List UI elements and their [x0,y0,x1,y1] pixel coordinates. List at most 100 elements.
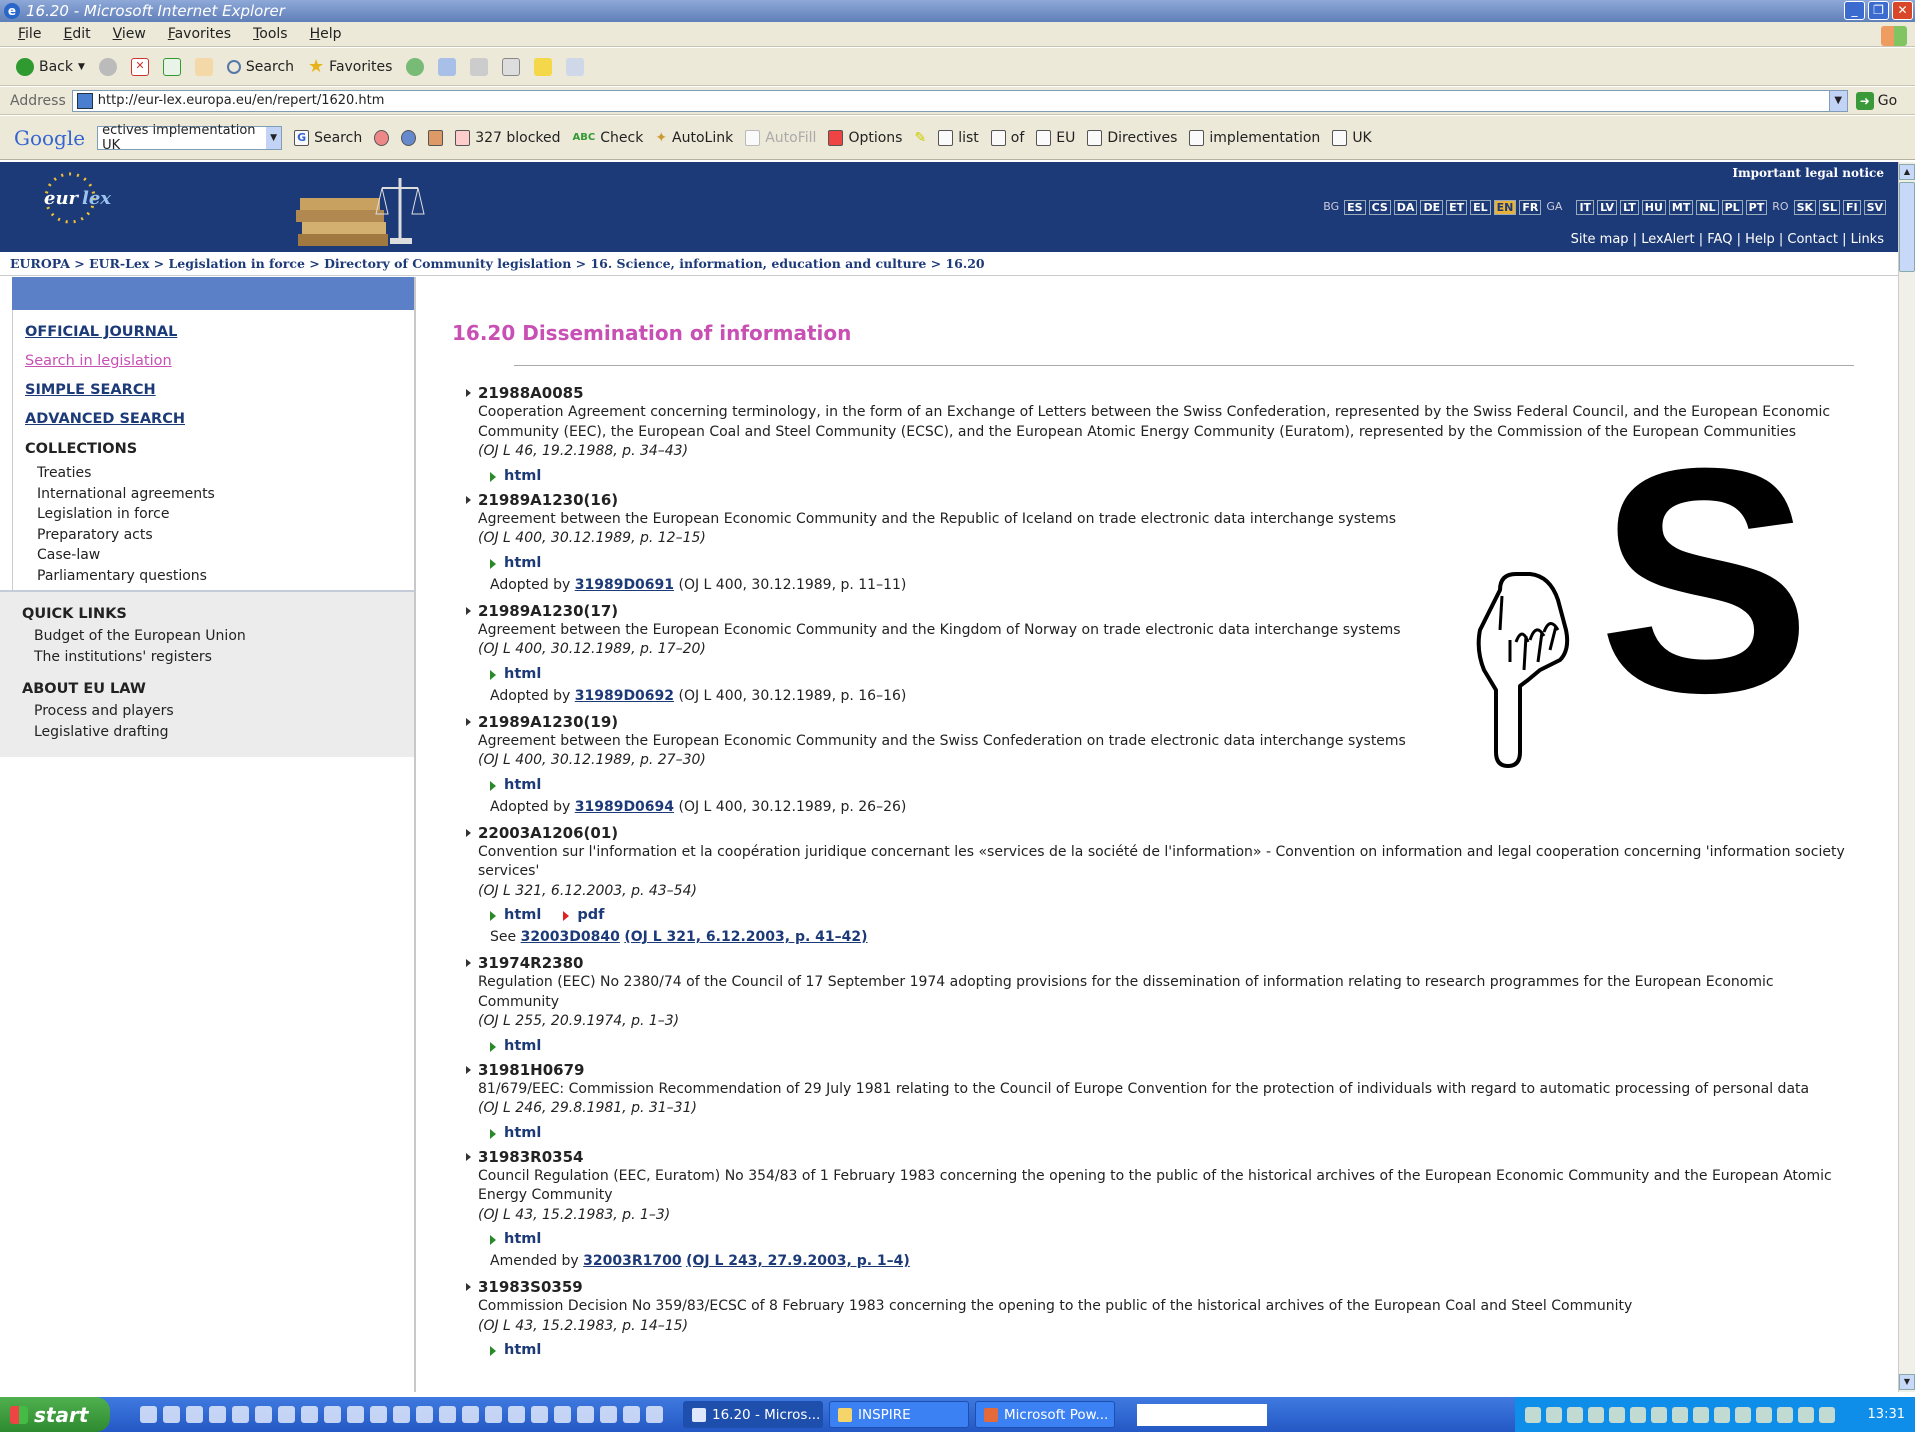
forward-button[interactable] [98,57,117,76]
tray-icon[interactable] [1567,1406,1583,1423]
quick-launch-icon[interactable] [508,1406,525,1423]
go-button[interactable]: ➜ Go [1855,91,1897,110]
lang-de[interactable]: DE [1420,200,1444,215]
tray-icon[interactable] [1819,1406,1835,1423]
collection-legislation-in-force[interactable]: Legislation in force [25,504,414,525]
quick-launch-icon[interactable] [462,1406,479,1423]
html-link[interactable]: html [490,777,541,793]
close-button[interactable]: ✕ [1892,1,1913,20]
favorites-button[interactable]: ★ Favorites [308,56,392,77]
task-powerpoint[interactable]: Microsoft Pow... [975,1401,1115,1428]
lang-sv[interactable]: SV [1863,200,1886,215]
scroll-thumb[interactable] [1899,182,1915,272]
note-link[interactable]: 31989D0691 [575,577,674,593]
note-link[interactable]: 31989D0694 [575,799,674,815]
popup-blocked-button[interactable]: 327 blocked [455,129,561,146]
menu-edit[interactable]: Edit [63,26,90,42]
advanced-search-link[interactable]: ADVANCED SEARCH [25,411,414,427]
html-link[interactable]: html [490,907,541,923]
tray-icon[interactable] [1651,1406,1667,1423]
quick-launch-icon[interactable] [393,1406,410,1423]
search-button[interactable]: Search [226,59,294,75]
breadcrumb[interactable]: EUROPA > EUR-Lex > Legislation in force … [0,252,1898,276]
term-directives[interactable]: Directives [1087,129,1177,146]
lang-ro[interactable]: RO [1770,200,1790,215]
tray-icon[interactable] [1756,1406,1772,1423]
quick-link-budget[interactable]: Budget of the European Union [22,626,414,647]
lang-nl[interactable]: NL [1696,200,1719,215]
html-link[interactable]: html [490,1231,541,1247]
google-logo[interactable]: Google [14,126,85,150]
options-button[interactable]: Options [828,129,902,146]
term-of[interactable]: of [990,129,1024,146]
refresh-icon[interactable] [162,57,181,76]
task-ie[interactable]: 16.20 - Micros... [683,1401,823,1428]
autofill-button[interactable]: AutoFill [745,129,816,146]
term-implementation[interactable]: implementation [1189,129,1320,146]
history-icon[interactable] [406,57,425,76]
discuss-icon[interactable] [534,57,553,76]
lang-hu[interactable]: HU [1641,200,1666,215]
term-uk[interactable]: UK [1332,129,1372,146]
lang-sl[interactable]: SL [1819,200,1840,215]
legal-notice-link[interactable]: Important legal notice [1732,166,1884,180]
about-process-players[interactable]: Process and players [22,701,414,722]
tray-icon[interactable] [1588,1406,1604,1423]
print-icon[interactable] [470,57,489,76]
tray-icon[interactable] [1630,1406,1646,1423]
simple-search-link[interactable]: SIMPLE SEARCH [25,382,414,398]
menu-help[interactable]: Help [310,26,342,42]
lang-cs[interactable]: CS [1368,200,1391,215]
eurlex-logo[interactable]: eur lex [30,168,120,230]
autolink-button[interactable]: ✦ AutoLink [655,130,733,146]
pagerank-icon[interactable] [374,129,390,146]
address-dropdown-icon[interactable]: ▼ [1828,90,1847,111]
menu-view[interactable]: View [113,26,146,42]
quick-launch-icon[interactable] [209,1406,226,1423]
google-search-input[interactable]: ectives implementation UK ▼ [97,123,283,153]
lang-lv[interactable]: LV [1597,200,1618,215]
tray-icon[interactable] [1735,1406,1751,1423]
quick-launch-icon[interactable] [255,1406,272,1423]
collection-preparatory-acts[interactable]: Preparatory acts [25,525,414,546]
quick-launch-icon[interactable] [623,1406,640,1423]
quick-launch-icon[interactable] [600,1406,617,1423]
lang-es[interactable]: ES [1344,200,1366,215]
google-dropdown-icon[interactable]: ▼ [266,126,282,149]
collection-treaties[interactable]: Treaties [25,463,414,484]
lang-et[interactable]: ET [1446,200,1468,215]
vertical-scrollbar[interactable]: ▲ ▼ [1898,162,1915,1392]
lang-it[interactable]: IT [1576,200,1595,215]
google-search-button[interactable]: G Search [294,129,362,146]
tray-icon[interactable] [1777,1406,1793,1423]
tray-icon[interactable] [1672,1406,1688,1423]
quick-launch-icon[interactable] [370,1406,387,1423]
note-link[interactable]: 32003R1700 [583,1253,681,1269]
quick-launch-icon[interactable] [485,1406,502,1423]
quick-launch-icon[interactable] [347,1406,364,1423]
collection-parliamentary-questions[interactable]: Parliamentary questions [25,566,414,587]
quick-launch-icon[interactable] [577,1406,594,1423]
quick-launch-icon[interactable] [416,1406,433,1423]
quick-launch-icon[interactable] [186,1406,203,1423]
term-list[interactable]: list [938,129,979,146]
site-links[interactable]: Site map | LexAlert | FAQ | Help | Conta… [1571,232,1884,247]
pdf-link[interactable]: pdf [563,907,604,923]
lang-fr[interactable]: FR [1519,200,1542,215]
lang-mt[interactable]: MT [1668,200,1694,215]
quick-launch-icon[interactable] [646,1406,663,1423]
tray-icon[interactable] [1714,1406,1730,1423]
search-in-legislation-link[interactable]: Search in legislation [25,353,414,369]
html-link[interactable]: html [490,555,541,571]
lang-en[interactable]: EN [1493,200,1517,215]
quick-launch-icon[interactable] [439,1406,456,1423]
quick-launch-icon[interactable] [140,1406,157,1423]
lang-el[interactable]: EL [1470,200,1491,215]
tray-icon[interactable] [1798,1406,1814,1423]
quick-launch-icon[interactable] [163,1406,180,1423]
tray-icon[interactable] [1525,1406,1541,1423]
quick-link-registers[interactable]: The institutions' registers [22,647,414,668]
html-link[interactable]: html [490,1038,541,1054]
start-button[interactable]: start [0,1397,110,1432]
html-link[interactable]: html [490,666,541,682]
